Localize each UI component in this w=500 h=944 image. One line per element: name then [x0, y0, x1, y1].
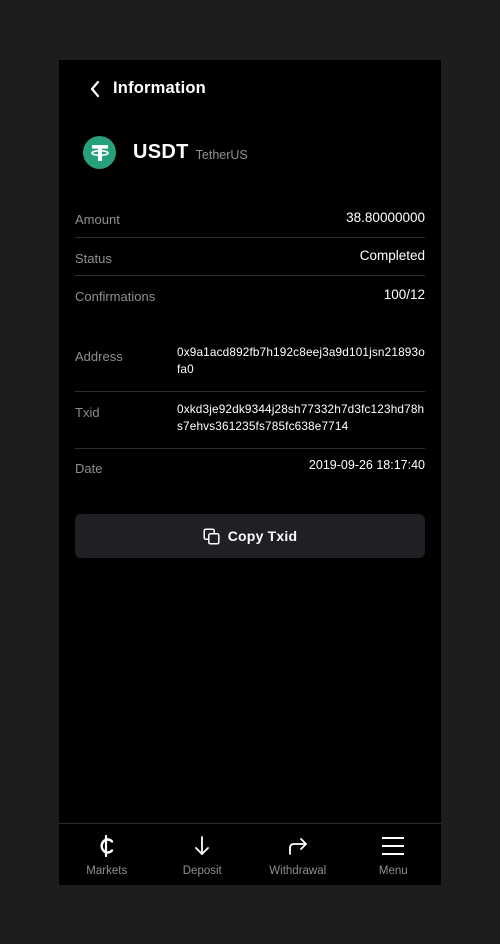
txid-row: Txid 0xkd3je92dk9344j28sh77332h7d3fc123h…	[75, 392, 425, 449]
tab-label: Menu	[378, 865, 408, 877]
address-value[interactable]: 0x9a1acd892fb7h192c8eej3a9d101jsn21893of…	[177, 344, 427, 378]
tab-withdrawal[interactable]: Withdrawal	[250, 824, 346, 885]
address-row: Address 0x9a1acd892fb7h192c8eej3a9d101js…	[75, 336, 425, 392]
arrow-down-icon	[193, 833, 211, 859]
confirmations-value: 100/12	[383, 287, 425, 302]
hamburger-menu-icon	[381, 833, 405, 859]
tab-label: Deposit	[182, 865, 222, 877]
tab-deposit[interactable]: Deposit	[155, 824, 251, 885]
address-label: Address	[75, 349, 123, 364]
copy-icon	[203, 527, 220, 545]
date-label: Date	[75, 461, 103, 476]
amount-value: 38.80000000	[346, 210, 425, 225]
amount-label: Amount	[75, 212, 120, 227]
coin-symbol: USDT	[133, 141, 189, 163]
app-screen: Information USDT TetherUS Amount 38.8000…	[59, 60, 441, 885]
page-title: Information	[113, 79, 206, 97]
share-arrow-icon	[287, 833, 309, 859]
cedi-icon	[98, 833, 116, 859]
chevron-left-icon	[90, 80, 100, 98]
status-value: Completed	[359, 248, 425, 263]
status-row: Status Completed	[75, 238, 425, 276]
tether-logo-icon	[83, 136, 116, 169]
copy-txid-label: Copy Txid	[227, 528, 298, 544]
txid-value[interactable]: 0xkd3je92dk9344j28sh77332h7d3fc123hd78hs…	[177, 401, 427, 435]
tab-label: Withdrawal	[269, 865, 327, 877]
copy-txid-button[interactable]: Copy Txid	[75, 514, 425, 558]
date-value: 2019-09-26 18:17:40	[308, 458, 425, 472]
tab-label: Markets	[86, 865, 128, 877]
top-bar: Information	[59, 60, 441, 118]
tab-markets[interactable]: Markets	[59, 824, 155, 885]
date-row: Date 2019-09-26 18:17:40	[75, 449, 425, 487]
confirmations-row: Confirmations 100/12	[75, 276, 425, 336]
coin-name: TetherUS	[195, 148, 248, 162]
txid-label: Txid	[75, 405, 100, 420]
back-button[interactable]	[85, 78, 105, 100]
bottom-tab-bar: Markets Deposit Withdrawal Menu	[59, 823, 441, 885]
tab-menu[interactable]: Menu	[346, 824, 442, 885]
coin-info: USDT TetherUS	[83, 136, 248, 169]
amount-row: Amount 38.80000000	[75, 200, 425, 238]
status-label: Status	[75, 251, 112, 266]
confirmations-label: Confirmations	[75, 289, 156, 304]
